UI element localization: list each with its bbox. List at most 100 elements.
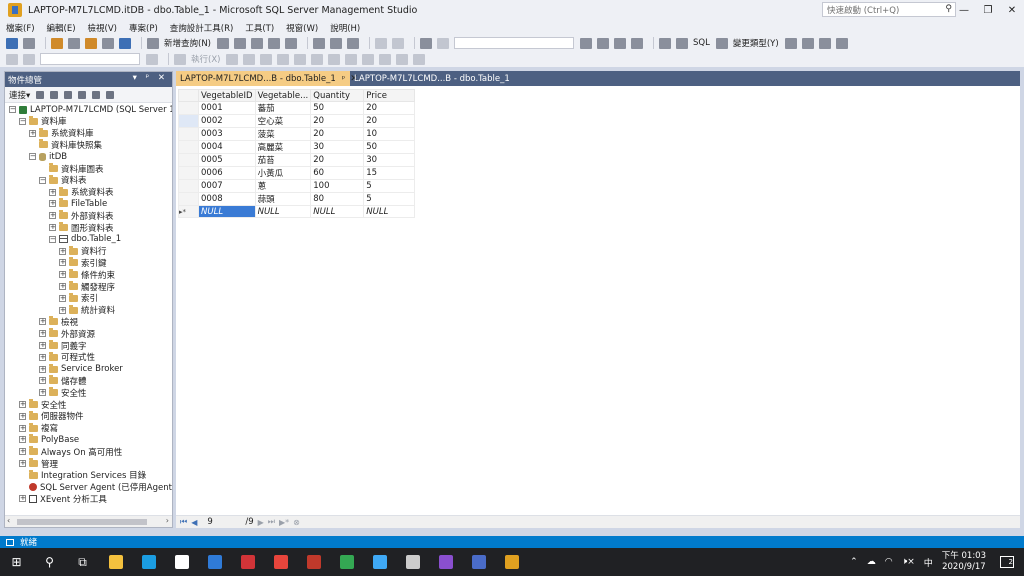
combo-dropdown-icon[interactable] (146, 53, 158, 65)
outdent-icon[interactable] (396, 53, 409, 65)
expand-icon[interactable]: + (49, 200, 56, 208)
row-selector[interactable] (178, 153, 199, 167)
grid-cell-null[interactable]: NULL (254, 205, 312, 218)
grid-cell-null-selected[interactable]: NULL (198, 205, 256, 218)
taskbar-app-paint-app[interactable] (396, 548, 429, 576)
disconnect-icon[interactable] (23, 53, 35, 65)
stop-icon[interactable]: ⊗ (293, 518, 300, 527)
grid-cell[interactable]: 10 (363, 127, 416, 141)
group-by-icon[interactable] (801, 37, 814, 49)
tree-node[interactable]: + 資料行 (59, 245, 107, 257)
pin-icon[interactable]: ᵖ (342, 74, 345, 83)
grid-cell[interactable]: 15 (363, 166, 416, 180)
restore-button[interactable]: ❐ (976, 0, 1000, 20)
start-button[interactable]: ⊞ (0, 548, 33, 576)
tree-node[interactable]: + FileTable (49, 198, 107, 209)
chevron-up-icon[interactable]: ⌃ (850, 557, 858, 567)
expand-icon[interactable]: + (19, 424, 26, 432)
properties-icon[interactable] (420, 37, 432, 49)
tree-node[interactable]: + 外部資料表 (49, 210, 114, 222)
row-selector[interactable] (178, 114, 199, 128)
menu-project[interactable]: 專案(P) (129, 22, 158, 34)
tree-node[interactable]: + PolyBase (19, 434, 79, 445)
grid-cell[interactable]: 空心菜 (254, 114, 312, 128)
menu-help[interactable]: 說明(H) (330, 22, 360, 34)
expand-icon[interactable]: + (29, 129, 36, 137)
expand-icon[interactable]: + (19, 401, 26, 408)
grid-cell[interactable]: 0001 (198, 101, 256, 115)
combo-dropdown-icon[interactable] (580, 37, 592, 49)
expand-icon[interactable]: + (39, 377, 46, 385)
menu-tools[interactable]: 工具(T) (245, 22, 274, 34)
tab-table-edit-2[interactable]: LAPTOP-M7L7LCMD...B - dbo.Table_1 (350, 71, 514, 86)
grid-cell[interactable]: 蕃茄 (254, 101, 312, 115)
new-query-icon[interactable] (147, 37, 159, 49)
minimize-button[interactable]: — (952, 0, 976, 20)
menu-file[interactable]: 檔案(F) (6, 22, 35, 34)
database-combo[interactable] (40, 53, 140, 65)
menu-view[interactable]: 檢視(V) (88, 22, 117, 34)
horizontal-scrollbar[interactable]: ‹ › (5, 515, 172, 527)
query-options-icon[interactable] (277, 53, 290, 65)
row-selector[interactable] (178, 127, 199, 141)
parse-icon[interactable] (243, 53, 256, 65)
collapse-icon[interactable]: − (19, 117, 26, 125)
grid-cell[interactable]: 30 (310, 140, 365, 154)
expand-icon[interactable]: + (39, 330, 46, 338)
forward-icon[interactable] (23, 37, 35, 49)
sql-pane-button[interactable]: SQL (693, 38, 710, 48)
expand-icon[interactable]: + (19, 412, 26, 420)
grid-cell[interactable]: 蔥 (254, 179, 312, 193)
taskbar-app-chrome[interactable] (330, 548, 363, 576)
grid-cell-null[interactable]: NULL (363, 205, 416, 218)
tree-node[interactable]: 資料庫圖表 (39, 163, 104, 175)
taskbar-app-edge[interactable] (132, 548, 165, 576)
undo-icon[interactable] (375, 37, 387, 49)
tree-node[interactable]: + 檢視 (39, 316, 78, 328)
grid-cell[interactable]: 60 (310, 166, 365, 180)
menu-query-designer[interactable]: 查詢設計工具(R) (170, 22, 234, 34)
open-folder-icon[interactable] (85, 37, 97, 49)
grid-cell[interactable]: 0002 (198, 114, 256, 128)
grid-cell[interactable]: 蒜頭 (254, 192, 312, 206)
taskbar-app-mail[interactable] (198, 548, 231, 576)
grid-cell[interactable]: 0003 (198, 127, 256, 141)
volume-icon[interactable]: 🕨× (902, 557, 915, 567)
tree-node[interactable]: + 伺服器物件 (19, 410, 84, 422)
expand-icon[interactable]: + (19, 448, 26, 456)
template-icon[interactable] (631, 37, 643, 49)
expand-icon[interactable]: + (39, 365, 46, 373)
expand-icon[interactable]: + (59, 294, 66, 302)
dmx-query-icon[interactable] (251, 37, 263, 49)
grid-cell[interactable]: 菠菜 (254, 127, 312, 141)
column-header-vegetableid[interactable]: VegetableID (198, 89, 256, 102)
row-selector[interactable] (178, 192, 199, 206)
column-header-vegetable[interactable]: Vegetable... (254, 89, 312, 102)
wrench-icon[interactable] (597, 37, 609, 49)
tree-node[interactable]: + Service Broker (39, 363, 123, 375)
solution-config-icon[interactable] (437, 37, 449, 49)
execute-button[interactable]: 執行(X) (191, 53, 220, 65)
cloud-icon[interactable]: ☁ (867, 557, 876, 567)
grid-cell[interactable]: 30 (363, 153, 416, 167)
verify-sql-icon[interactable] (784, 37, 797, 49)
grid-cell[interactable]: 20 (310, 153, 365, 167)
new-row-marker[interactable]: ▸* (178, 205, 199, 218)
row-selector[interactable] (178, 166, 199, 180)
cut-icon[interactable] (313, 37, 325, 49)
comment-icon[interactable] (345, 53, 358, 65)
expand-icon[interactable]: + (39, 342, 46, 349)
redo-icon[interactable] (392, 37, 404, 49)
add-new-derived-table-icon[interactable] (835, 37, 848, 49)
task-view-button[interactable]: ⧉ (66, 548, 99, 576)
grid-cell[interactable]: 5 (363, 192, 416, 206)
taskbar-app-visual-studio[interactable] (429, 548, 462, 576)
close-button[interactable]: ✕ (1000, 0, 1024, 20)
new-record-button[interactable]: ▶* (279, 518, 289, 527)
tree-node[interactable]: + 安全性 (39, 387, 87, 399)
tree-node[interactable]: − LAPTOP-M7L7LCMD (SQL Server 15.0 (9, 104, 172, 115)
taskbar-app-chrome-like[interactable] (264, 548, 297, 576)
expand-icon[interactable]: + (39, 389, 46, 397)
object-explorer-icon[interactable] (614, 37, 626, 49)
results-pane-icon[interactable] (715, 37, 728, 49)
